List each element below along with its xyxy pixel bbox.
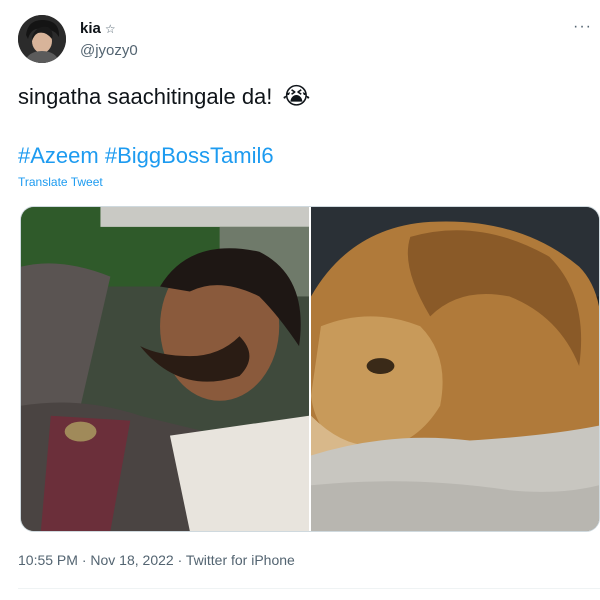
author-display-name[interactable]: kia xyxy=(80,20,101,37)
avatar[interactable] xyxy=(18,15,66,63)
tweet-date[interactable]: Nov 18, 2022 xyxy=(90,552,173,568)
tweet-text-content: singatha saachitingale da! xyxy=(18,83,273,109)
tweet-card: kia ☆ @jyozy0 ··· singatha saachitingale… xyxy=(0,0,600,600)
star-icon: ☆ xyxy=(104,21,116,36)
man-photo-icon xyxy=(21,207,309,531)
profile-avatar-icon xyxy=(18,15,66,63)
tweet-metadata: 10:55 PM · Nov 18, 2022 · Twitter for iP… xyxy=(18,552,295,568)
author-handle[interactable]: @jyozy0 xyxy=(80,42,138,59)
divider xyxy=(18,588,600,589)
hashtag-azeem[interactable]: #Azeem xyxy=(18,143,99,168)
meta-separator: · xyxy=(177,552,183,568)
lion-photo-icon xyxy=(311,207,599,531)
author-name-row[interactable]: kia ☆ xyxy=(80,20,116,37)
tweet-text: singatha saachitingale da! 😭 xyxy=(18,82,310,111)
translate-tweet-link[interactable]: Translate Tweet xyxy=(18,175,103,189)
lion-resting-photo[interactable] xyxy=(311,207,599,531)
hashtag-biggbosstamil6[interactable]: #BiggBossTamil6 xyxy=(105,143,274,168)
crying-face-emoji: 😭 xyxy=(282,83,311,110)
hashtags: #Azeem #BiggBossTamil6 xyxy=(18,143,274,169)
media-grid xyxy=(20,206,600,532)
man-lying-down-photo[interactable] xyxy=(21,207,309,531)
tweet-source[interactable]: Twitter for iPhone xyxy=(186,552,295,568)
more-options-icon[interactable]: ··· xyxy=(573,18,592,36)
meta-separator: · xyxy=(81,552,87,568)
tweet-time[interactable]: 10:55 PM xyxy=(18,552,78,568)
